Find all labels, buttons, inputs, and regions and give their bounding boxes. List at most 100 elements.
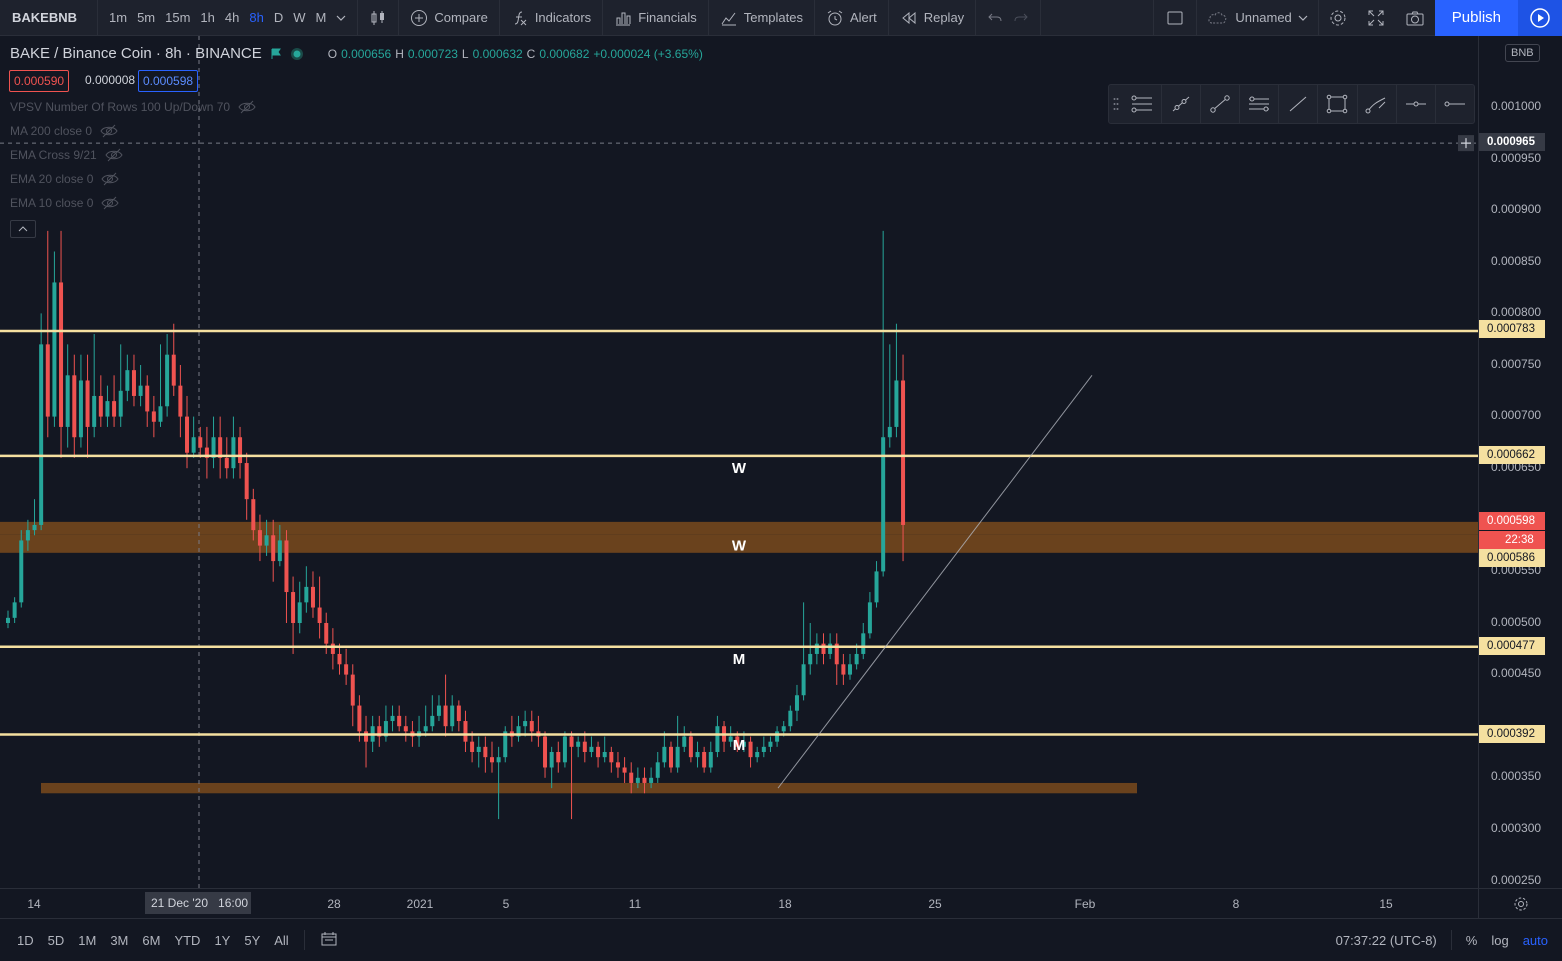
price-tick: 0.000500 (1491, 615, 1542, 629)
draw-tool-horizontal-ray[interactable] (1395, 85, 1435, 123)
level-price-tag: 0.000662 (1479, 446, 1545, 464)
range-1d[interactable]: 1D (10, 933, 41, 948)
range-3m[interactable]: 3M (103, 933, 135, 948)
indicator-vpsv[interactable]: VPSV Number Of Rows 100 Up/Down 70 (10, 100, 256, 114)
timezone-clock[interactable]: 07:37:22 (UTC-8) (1329, 933, 1451, 948)
market-status-icon[interactable] (290, 47, 304, 61)
sell-price-box[interactable]: 0.000590 (9, 70, 70, 92)
price-chart[interactable]: W W M M (0, 36, 1478, 888)
interval-15m[interactable]: 15m (160, 0, 195, 36)
draw-tool-trend[interactable] (1199, 85, 1239, 123)
interval-8h[interactable]: 8h (244, 0, 268, 36)
redo-button[interactable] (1008, 0, 1034, 36)
financials-button[interactable]: Financials (609, 0, 702, 36)
draw-tool-rectangle[interactable] (1317, 85, 1356, 123)
candle-body (198, 437, 203, 448)
interval-m[interactable]: M (311, 0, 332, 36)
level-price-tag: 0.000783 (1479, 320, 1545, 338)
range-1y[interactable]: 1Y (207, 933, 237, 948)
layout-select-button[interactable] (1153, 0, 1196, 36)
range-1m[interactable]: 1M (71, 933, 103, 948)
eye-hidden-icon[interactable] (238, 100, 256, 114)
range-5y[interactable]: 5Y (237, 933, 267, 948)
eye-hidden-icon[interactable] (100, 124, 118, 138)
financials-label: Financials (638, 9, 697, 25)
indicator-ma200[interactable]: MA 200 close 0 (10, 124, 118, 138)
log-scale-button[interactable]: log (1484, 933, 1515, 948)
price-axis[interactable]: 0.001000 0.000950 0.000900 0.000850 0.00… (1478, 36, 1562, 888)
range-ytd[interactable]: YTD (167, 933, 207, 948)
currency-badge[interactable]: BNB (1505, 44, 1540, 62)
interval-d[interactable]: D (269, 0, 288, 36)
candle-body (609, 752, 614, 763)
level-price-tag: 0.000477 (1479, 637, 1545, 655)
compare-button[interactable]: Compare (405, 0, 492, 36)
collapse-indicators-button[interactable] (10, 220, 36, 238)
divider (303, 930, 305, 950)
draw-tool-fib[interactable] (1123, 85, 1161, 123)
interval-1h[interactable]: 1h (195, 0, 219, 36)
indicators-button[interactable]: Indicators (506, 0, 596, 36)
line-icon (1289, 96, 1307, 112)
flag-icon[interactable] (270, 48, 282, 60)
undo-button[interactable] (982, 0, 1008, 36)
candle-body (390, 715, 395, 722)
indicator-ema20[interactable]: EMA 20 close 0 (10, 172, 119, 186)
goto-date-button[interactable] (313, 931, 345, 950)
settings-button[interactable] (1317, 0, 1357, 36)
templates-button[interactable]: Templates (715, 0, 808, 36)
candle-body (463, 721, 468, 742)
draw-tool-line[interactable] (1278, 85, 1317, 123)
buy-price-box[interactable]: 0.000598 (138, 70, 199, 92)
price-tick: 0.000700 (1491, 408, 1542, 422)
auto-scale-button[interactable]: auto (1516, 933, 1562, 948)
range-6m[interactable]: 6M (135, 933, 167, 948)
interval-w[interactable]: W (288, 0, 310, 36)
candle-body (887, 426, 892, 438)
time-tick: 14 (27, 897, 41, 911)
eye-hidden-icon[interactable] (101, 172, 119, 186)
snapshot-button[interactable] (1395, 0, 1435, 36)
draw-tool-brush[interactable] (1356, 85, 1396, 123)
candle-body (19, 540, 24, 603)
candle-body (357, 705, 362, 732)
interval-dropdown[interactable] (331, 0, 351, 36)
gear-icon[interactable] (1513, 896, 1529, 912)
candle-body (92, 395, 97, 427)
drag-handle[interactable] (1109, 97, 1123, 111)
alert-button[interactable]: Alert (821, 0, 882, 36)
interval-5m[interactable]: 5m (132, 0, 160, 36)
range-all[interactable]: All (267, 933, 295, 948)
candle-body (185, 416, 190, 453)
candle-body (854, 653, 859, 665)
candle-body (291, 592, 296, 623)
chart-type-button[interactable] (364, 0, 392, 36)
symbol-search[interactable]: BAKEBNB (0, 0, 98, 36)
interval-4h[interactable]: 4h (220, 0, 244, 36)
eye-hidden-icon[interactable] (101, 196, 119, 210)
symbol-title[interactable]: BAKE / Binance Coin · 8h · BINANCE (10, 45, 262, 62)
draw-tool-horizontal-line[interactable] (1434, 85, 1474, 123)
replay-button[interactable]: Replay (895, 0, 969, 36)
candle-body (39, 344, 44, 525)
open-label: O (327, 46, 338, 61)
fullscreen-button[interactable] (1357, 0, 1395, 36)
candle-body (615, 762, 620, 768)
replay-play-button[interactable] (1518, 0, 1562, 36)
candle-body (788, 710, 793, 727)
indicator-ema10[interactable]: EMA 10 close 0 (10, 196, 119, 210)
price-tick: 0.001000 (1491, 99, 1542, 113)
interval-1m[interactable]: 1m (104, 0, 132, 36)
save-layout-button[interactable]: Unnamed (1196, 0, 1317, 36)
candle-body (224, 457, 229, 469)
draw-tool-ray[interactable] (1160, 85, 1200, 123)
time-axis[interactable]: 14 28 2021 5 11 18 25 Feb 8 15 21 Dec '2… (0, 888, 1478, 918)
range-5d[interactable]: 5D (41, 933, 72, 948)
draw-tool-channel[interactable] (1239, 85, 1278, 123)
indicator-ema-cross[interactable]: EMA Cross 9/21 (10, 148, 123, 162)
replay-group: Replay (889, 0, 977, 36)
eye-hidden-icon[interactable] (105, 148, 123, 162)
publish-button[interactable]: Publish (1434, 0, 1518, 36)
chart-pane[interactable]: W W M M BAKE / Binance Coin · 8h · BINANCE … (0, 36, 1478, 888)
percent-scale-button[interactable]: % (1452, 933, 1485, 948)
